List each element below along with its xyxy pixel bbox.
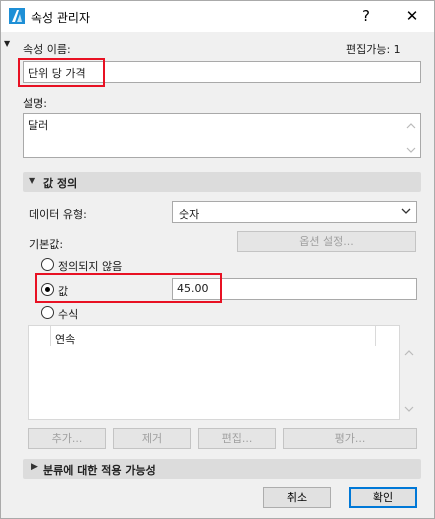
- value-definition-title: 값 정의: [43, 177, 78, 190]
- help-button[interactable]: ?: [344, 1, 388, 32]
- data-type-value: 숫자: [179, 208, 200, 221]
- value-input[interactable]: 45.00: [172, 278, 417, 300]
- list-scroll-down-icon[interactable]: [404, 405, 414, 413]
- name-label: 속성 이름:: [23, 43, 71, 56]
- radio-value-label: 값: [58, 285, 69, 298]
- list-scroll-up-icon[interactable]: [404, 349, 414, 357]
- attribute-manager-dialog: 속성 관리자 ? ✕ ▼ 속성 이름: 편집가능: 1 단위 당 가격 설명: …: [0, 0, 435, 519]
- description-textarea[interactable]: 달러: [23, 113, 421, 158]
- editable-count: 편집가능: 1: [346, 43, 401, 56]
- description-label: 설명:: [23, 97, 47, 110]
- classification-section-header[interactable]: ▶ 분류에 대한 적용 가능성: [23, 459, 421, 479]
- name-input[interactable]: 단위 당 가격: [23, 61, 421, 83]
- remove-button[interactable]: 제거: [113, 428, 191, 449]
- cancel-button[interactable]: 취소: [263, 487, 331, 508]
- section-expanded-icon: ▼: [29, 176, 36, 185]
- value-definition-section-header[interactable]: ▼ 값 정의: [23, 172, 421, 192]
- close-button[interactable]: ✕: [390, 1, 434, 32]
- radio-formula-label: 수식: [58, 308, 79, 321]
- column-divider: [375, 326, 376, 346]
- side-panel-arrow-icon[interactable]: ▼: [4, 39, 10, 48]
- radio-undefined-label: 정의되지 않음: [58, 260, 123, 273]
- scroll-up-icon[interactable]: [406, 122, 416, 130]
- radio-selected-dot: [45, 287, 50, 292]
- default-value-label: 기본값:: [29, 238, 64, 251]
- evaluate-button[interactable]: 평가...: [283, 428, 417, 449]
- window-title: 속성 관리자: [31, 11, 91, 25]
- add-button[interactable]: 추가...: [28, 428, 106, 449]
- chevron-down-icon: [401, 208, 411, 214]
- archicad-app-icon: [9, 8, 25, 24]
- formula-list[interactable]: 연속: [28, 325, 400, 420]
- data-type-select[interactable]: 숫자: [172, 201, 417, 223]
- radio-formula[interactable]: [41, 306, 54, 319]
- edit-button[interactable]: 편집...: [198, 428, 276, 449]
- options-settings-button[interactable]: 옵션 설정...: [237, 231, 416, 252]
- description-text: 달러: [28, 119, 49, 132]
- list-header: 연속: [55, 333, 76, 346]
- scroll-down-icon[interactable]: [406, 146, 416, 154]
- radio-value[interactable]: [41, 283, 54, 296]
- data-type-label: 데이터 유형:: [29, 208, 87, 221]
- ok-button[interactable]: 확인: [349, 487, 417, 508]
- column-divider: [50, 326, 51, 346]
- section-collapsed-icon: ▶: [31, 462, 38, 472]
- title-bar: 속성 관리자 ? ✕: [1, 1, 434, 32]
- radio-undefined[interactable]: [41, 258, 54, 271]
- classification-title: 분류에 대한 적용 가능성: [43, 464, 156, 477]
